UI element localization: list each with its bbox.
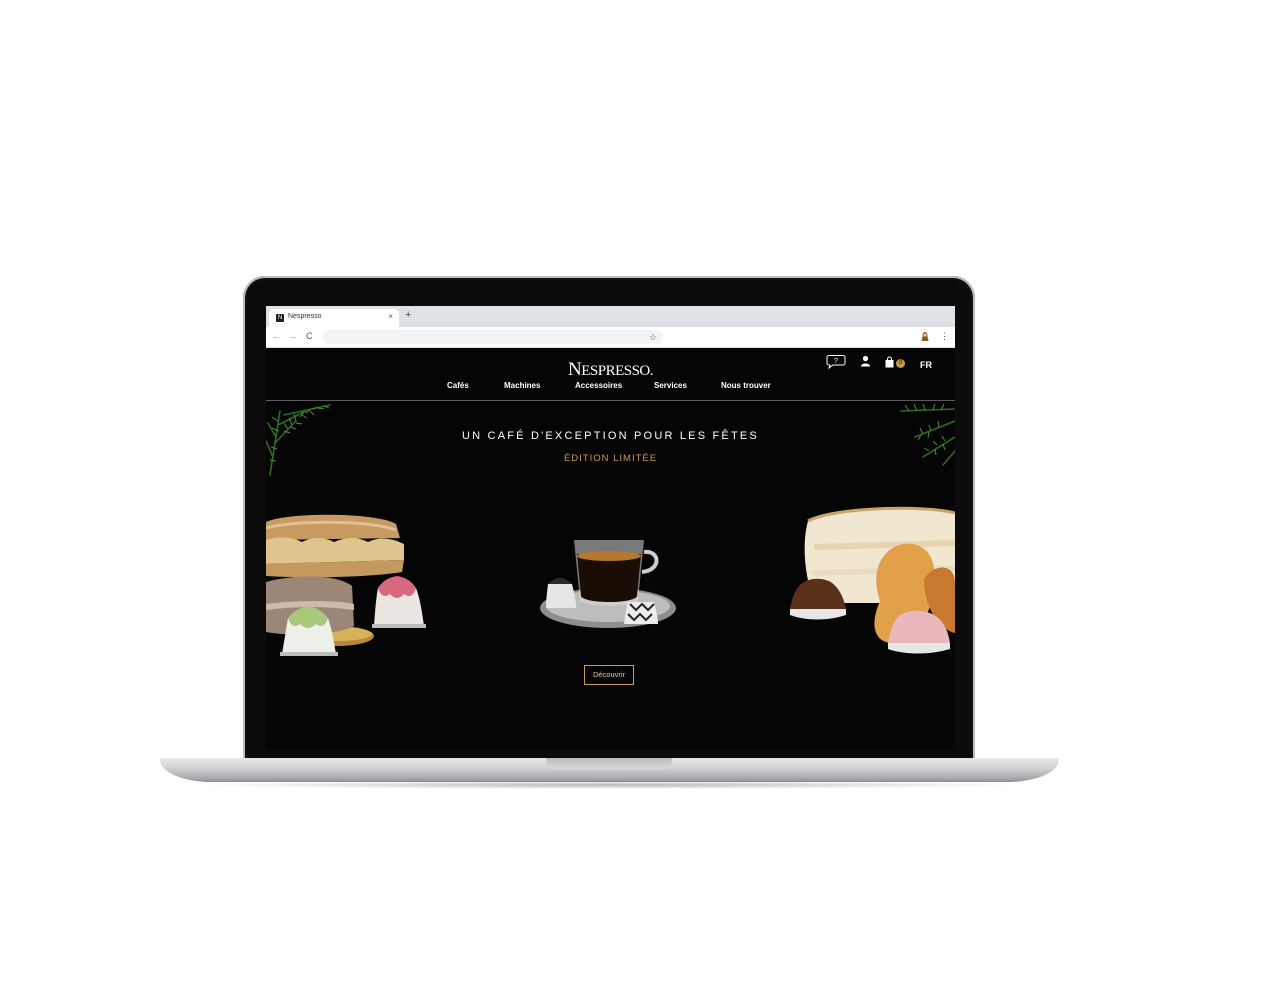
cart-count-badge: 0: [896, 359, 905, 368]
nav-item-machines[interactable]: Machines: [504, 381, 540, 390]
bookmark-star-icon[interactable]: ☆: [649, 331, 657, 343]
back-icon[interactable]: ←: [272, 331, 281, 341]
header-icons: ? 0 FR: [266, 354, 955, 370]
chat-help-icon[interactable]: ?: [826, 354, 846, 369]
tab-title: Nespresso: [288, 313, 322, 320]
nespresso-site: NESPRESSO. ? 0 FR Cafés Machines Accesso…: [266, 348, 955, 750]
new-tab-icon[interactable]: +: [405, 310, 411, 321]
hero-headline: UN CAFÉ D'EXCEPTION POUR LES FÊTES: [462, 430, 759, 442]
svg-text:?: ?: [834, 358, 838, 365]
browser-menu-icon[interactable]: ⋮: [940, 330, 949, 342]
coffee-cup-image: [540, 540, 676, 628]
shopping-bag-icon[interactable]: [884, 356, 895, 368]
nav-item-nous-trouver[interactable]: Nous trouver: [721, 381, 771, 390]
browser-toolbar: ← → C ☆ ⋮: [266, 327, 955, 348]
tab-close-icon[interactable]: ×: [388, 312, 393, 321]
forward-icon[interactable]: →: [288, 331, 297, 341]
hero-subline: ÉDITION LIMITÉE: [563, 453, 658, 464]
laptop-notch: [546, 758, 672, 769]
address-bar[interactable]: ☆: [323, 330, 663, 344]
nav-item-accessoires[interactable]: Accessoires: [575, 381, 622, 390]
laptop-shadow: [190, 781, 1029, 789]
browser-tabstrip: N Nespresso × +: [266, 306, 955, 327]
laptop-screen: N Nespresso × + ← → C ☆ ⋮ NESPRESSO. ? 0…: [266, 306, 955, 750]
main-nav: Cafés Machines Accessoires Services Nous…: [266, 381, 955, 393]
user-icon[interactable]: [860, 355, 871, 367]
nespresso-favicon-icon: N: [276, 314, 284, 322]
language-selector[interactable]: FR: [920, 360, 932, 370]
browser-tab[interactable]: N Nespresso ×: [269, 309, 399, 327]
pastries-right-image: [790, 506, 955, 654]
profile-avatar-icon[interactable]: [920, 331, 930, 342]
header-divider: [266, 400, 955, 401]
pastries-left-image: [266, 514, 426, 656]
discover-button[interactable]: Découvrir: [584, 665, 634, 685]
reload-icon[interactable]: C: [306, 331, 313, 341]
nav-item-cafes[interactable]: Cafés: [447, 381, 469, 390]
nav-item-services[interactable]: Services: [654, 381, 687, 390]
